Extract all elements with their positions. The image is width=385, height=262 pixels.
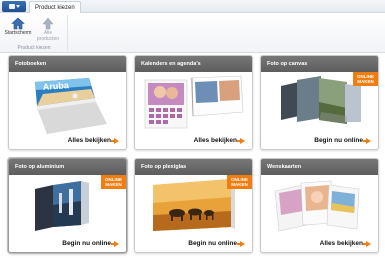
tile-link[interactable]: Alles bekijken (68, 137, 119, 144)
tile-foto-op-canvas[interactable]: Foto op canvas ONLINE MAKEN Begin nu onl… (260, 55, 379, 150)
tile-wenskaarten[interactable]: Wenskaarten Alles bekijken (260, 158, 379, 253)
calendar-image (144, 75, 244, 129)
app-menu-icon (8, 4, 15, 9)
ribbon-title-bar: Product kiezen (0, 0, 385, 13)
badge-line2: MAKEN (105, 182, 122, 187)
tile-title: Kalenders en agenda's (135, 56, 252, 72)
tile-link-label: Begin nu online (188, 240, 237, 247)
home-button[interactable]: Startscherm (4, 17, 32, 43)
tab-product-kiezen[interactable]: Product kiezen (29, 1, 81, 13)
tile-foto-op-aluminium[interactable]: Foto op aluminium ONLINE MAKEN Begin nu … (8, 158, 127, 253)
tile-link-label: Begin nu online (62, 240, 111, 247)
photobook-image: Aruba (35, 78, 107, 134)
badge-line2: MAKEN (231, 182, 248, 187)
tile-title: Wenskaarten (261, 159, 378, 175)
tile-title: Fotoboeken (9, 56, 126, 72)
tile-kalenders-agendas[interactable]: Kalenders en agenda's Alles bekijken (134, 55, 253, 150)
tile-foto-op-plexiglas[interactable]: Foto op plexiglas ONLINE MAKEN Begin nu … (134, 158, 253, 253)
tile-link-label: Alles bekijken (67, 137, 111, 144)
all-products-button[interactable]: Alle producten (34, 17, 62, 43)
arrow-right-icon (237, 240, 245, 247)
online-maken-badge: ONLINE MAKEN (227, 175, 252, 189)
tile-link[interactable]: Begin nu online (188, 240, 245, 247)
tile-title: Foto op canvas (261, 56, 378, 72)
tile-link-label: Alles bekijken (193, 137, 237, 144)
online-maken-badge: ONLINE MAKEN (101, 175, 126, 189)
tile-link[interactable]: Alles bekijken (320, 240, 371, 247)
book-cover-title: Aruba (42, 80, 70, 92)
tile-link[interactable]: Alles bekijken (194, 137, 245, 144)
arrow-right-icon (237, 137, 245, 144)
all-products-label-line2: producten (36, 36, 60, 42)
home-icon (11, 17, 25, 30)
arrow-right-icon (363, 137, 371, 144)
home-button-label: Startscherm (4, 30, 32, 36)
ribbon-group-product-kiezen: Startscherm Alle producten Product kieze… (4, 15, 68, 51)
arrow-right-icon (111, 137, 119, 144)
tile-link-label: Alles bekijken (319, 240, 363, 247)
ribbon-group-label: Product kiezen (17, 45, 51, 51)
greeting-cards-image (274, 180, 360, 232)
tile-title: Foto op aluminium (9, 159, 126, 175)
arrow-right-icon (363, 240, 371, 247)
tile-link[interactable]: Begin nu online (62, 240, 119, 247)
tile-link[interactable]: Begin nu online (314, 137, 371, 144)
arrow-up-icon (42, 17, 54, 30)
ribbon-panel: Startscherm Alle producten Product kieze… (0, 13, 385, 53)
product-grid: Fotoboeken Aruba Alles bekijken Kalender… (8, 55, 379, 260)
tile-fotoboeken[interactable]: Fotoboeken Aruba Alles bekijken (8, 55, 127, 150)
online-maken-badge: ONLINE MAKEN (353, 72, 378, 86)
application-menu-button[interactable] (2, 1, 26, 12)
tile-link-label: Begin nu online (314, 137, 363, 144)
chevron-down-icon (15, 5, 20, 8)
arrow-right-icon (111, 240, 119, 247)
tile-title: Foto op plexiglas (135, 159, 252, 175)
badge-line2: MAKEN (357, 79, 374, 84)
